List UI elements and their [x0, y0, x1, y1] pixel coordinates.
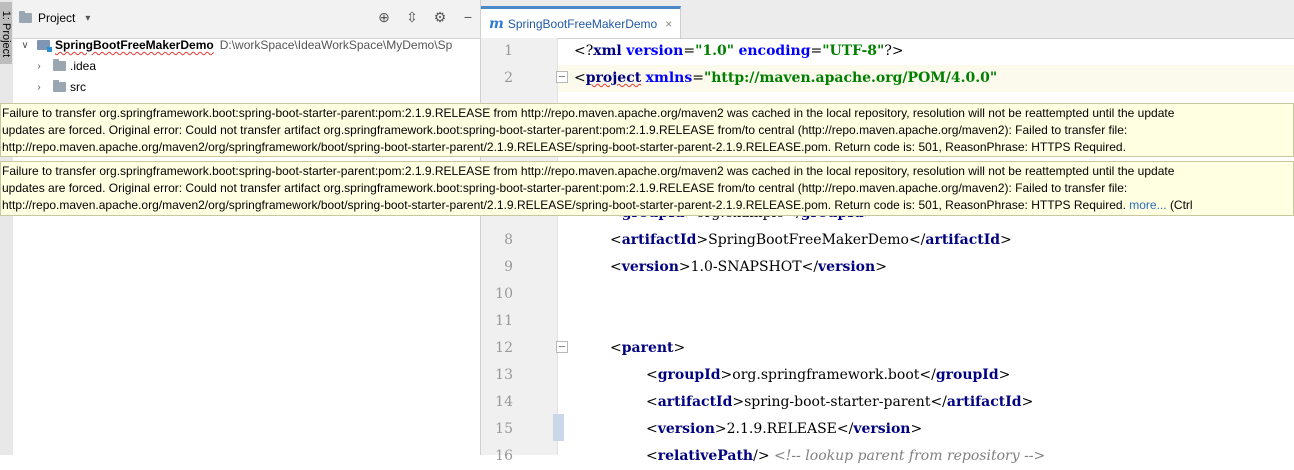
code-line-12[interactable]: <parent>	[610, 335, 685, 362]
tool-window-stripe: 1: Project	[0, 0, 14, 455]
tree-item-idea[interactable]: › .idea	[33, 56, 96, 76]
line-number: 12	[495, 340, 513, 356]
line-number: 9	[504, 259, 513, 275]
tooltip-line: http://repo.maven.apache.org/maven2/org/…	[2, 140, 1126, 154]
minimize-icon[interactable]: −	[460, 9, 476, 26]
change-marker	[553, 414, 564, 441]
tooltip-line: updates are forced. Original error: Coul…	[2, 123, 1128, 137]
module-folder-icon	[37, 40, 52, 52]
folder-icon	[53, 80, 66, 92]
editor-tab-bar: m SpringBootFreeMakerDemo ×	[481, 0, 1294, 39]
maven-icon: m	[489, 15, 504, 32]
tooltip-line: Failure to transfer org.springframework.…	[2, 106, 1175, 120]
line-number: 8	[504, 232, 513, 248]
expand-arrow-icon[interactable]: ∨	[19, 40, 31, 51]
more-link[interactable]: more...	[1129, 198, 1166, 212]
project-view-selector[interactable]: Project ▾	[19, 11, 90, 25]
code-line-1[interactable]: <?xml version="1.0" encoding="UTF-8"?>	[574, 38, 904, 65]
tree-item-label: src	[70, 80, 86, 94]
line-number: 13	[495, 367, 513, 383]
project-panel: Project ▾ ⊕ ⇳ ⚙ − ∨ SpringBootFreeMakerD…	[13, 0, 481, 455]
tree-item-label: .idea	[70, 59, 97, 73]
tree-item-src[interactable]: › src	[33, 77, 86, 97]
line-number: 1	[504, 43, 513, 59]
tree-item-label: SpringBootFreeMakerDemo	[55, 38, 214, 52]
editor-tab-pom[interactable]: m SpringBootFreeMakerDemo ×	[481, 6, 682, 38]
expand-arrow-icon[interactable]: ›	[33, 61, 45, 72]
code-line-13[interactable]: <groupId>org.springframework.boot</group…	[646, 362, 1010, 389]
gear-icon[interactable]: ⚙	[432, 9, 448, 26]
tooltip-line: http://repo.maven.apache.org/maven2/org/…	[2, 198, 1193, 212]
editor-tab-label: SpringBootFreeMakerDemo	[507, 16, 658, 31]
editor-gutter: 1 2 8 9 10 11 12 13 14 15 16	[481, 38, 568, 464]
fold-toggle-icon[interactable]	[556, 341, 568, 353]
expand-arrow-icon[interactable]: ›	[33, 82, 45, 93]
project-folder-icon	[19, 11, 32, 23]
line-number: 2	[504, 70, 513, 86]
chevron-down-icon: ▾	[85, 12, 91, 24]
fold-toggle-icon[interactable]	[556, 71, 568, 83]
tree-item-root[interactable]: ∨ SpringBootFreeMakerDemo D:\workSpace\I…	[19, 35, 452, 55]
line-number: 10	[495, 286, 513, 302]
shortcut-hint: (Ctrl	[1169, 198, 1193, 212]
tooltip-line: Failure to transfer org.springframework.…	[2, 164, 1175, 178]
code-line-16[interactable]: <relativePath/> <!-- lookup parent from …	[646, 443, 1045, 470]
editor-area: m SpringBootFreeMakerDemo × 1 2 8 9 10 1…	[481, 0, 1294, 464]
code-line-9[interactable]: <version>1.0-SNAPSHOT</version>	[610, 254, 887, 281]
line-number: 11	[495, 313, 513, 329]
tree-item-path: D:\workSpace\IdeaWorkSpace\MyDemo\Sp	[219, 38, 453, 52]
close-icon[interactable]: ×	[665, 17, 672, 31]
collapse-all-icon[interactable]: ⇳	[404, 9, 420, 26]
project-panel-header: Project ▾ ⊕ ⇳ ⚙ −	[13, 0, 480, 39]
tooltip-line: updates are forced. Original error: Coul…	[2, 181, 1128, 195]
project-tool-tab[interactable]: 1: Project	[0, 2, 12, 64]
locate-target-icon[interactable]: ⊕	[376, 9, 392, 26]
error-tooltip: Failure to transfer org.springframework.…	[0, 103, 1294, 157]
project-panel-title: Project	[38, 11, 76, 25]
line-number: 15	[495, 421, 513, 437]
code-line-8[interactable]: <artifactId>SpringBootFreeMakerDemo</art…	[610, 227, 1012, 254]
code-line-15[interactable]: <version>2.1.9.RELEASE</version>	[646, 416, 922, 443]
line-number: 16	[495, 448, 513, 464]
folder-icon	[53, 59, 66, 71]
code-line-2[interactable]: <project xmlns="http://maven.apache.org/…	[574, 65, 997, 92]
error-tooltip: Failure to transfer org.springframework.…	[0, 161, 1294, 216]
code-line-14[interactable]: <artifactId>spring-boot-starter-parent</…	[646, 389, 1033, 416]
project-tool-tab-label: 1: Project	[0, 10, 12, 58]
line-number: 14	[495, 394, 513, 410]
